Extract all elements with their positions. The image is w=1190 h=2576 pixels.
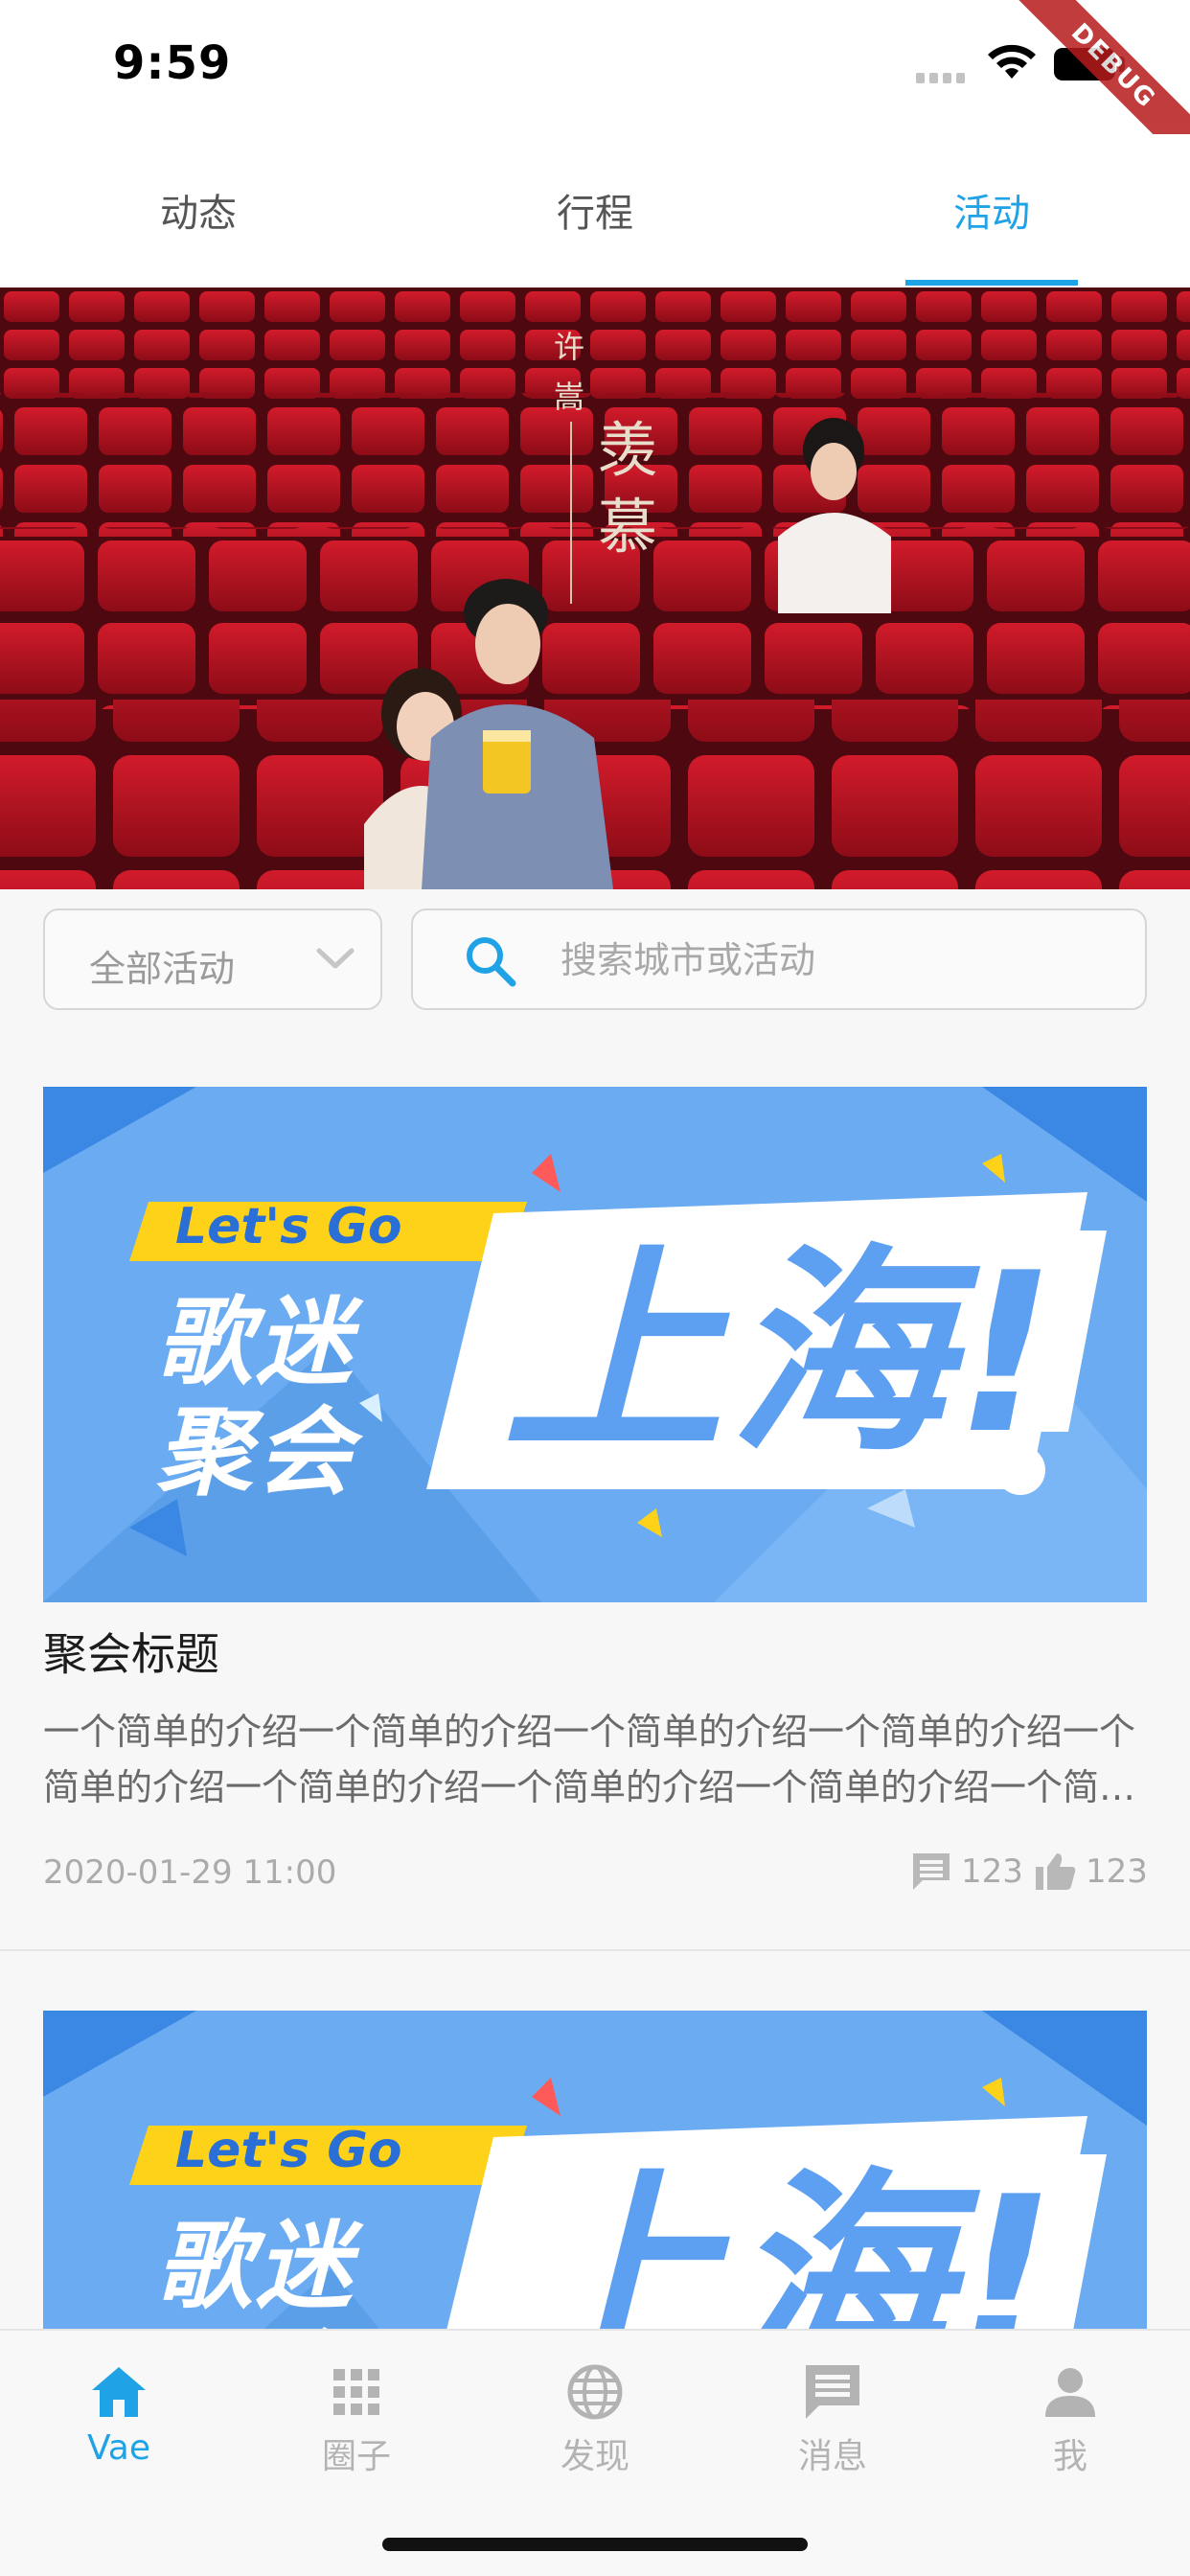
comment-count[interactable]: 123 <box>909 1850 1023 1894</box>
search-input[interactable] <box>561 932 1116 989</box>
poster-tagline: Let's Go <box>175 1198 402 1255</box>
activity-description: 一个简单的介绍一个简单的介绍一个简单的介绍一个简单的介绍一个简单的介绍一个简单的… <box>43 1711 1136 1808</box>
nav-item-vae[interactable]: Vae <box>33 2359 205 2468</box>
like-count[interactable]: 123 <box>1034 1850 1148 1894</box>
nav-label: 圈子 <box>321 2437 391 2476</box>
poster-tagline: Let's Go <box>175 2122 402 2179</box>
banner-song-title: 羡慕 <box>598 415 658 562</box>
tab-dongtai[interactable]: 动态 <box>112 182 285 238</box>
search-box[interactable] <box>411 908 1147 1010</box>
comment-count-value: 123 <box>961 1852 1023 1891</box>
poster-city: 上海! <box>503 1227 1062 1483</box>
home-icon <box>92 2367 146 2417</box>
message-icon <box>806 2365 859 2419</box>
grid-icon <box>333 2369 379 2415</box>
activity-meta: 2020-01-29 11:00 123 123 <box>43 1850 1148 1898</box>
poster-line2: 聚会 <box>156 1396 355 1508</box>
cellular-signal-icon <box>916 73 965 83</box>
banner-artist: 许嵩 <box>554 329 585 415</box>
like-count-value: 123 <box>1086 1852 1148 1891</box>
activity-poster[interactable]: Let's Go 歌迷 聚会 上海! <box>43 1087 1147 1602</box>
home-indicator <box>382 2538 808 2551</box>
activity-card[interactable]: Let's Go 歌迷 聚会 上海! <box>0 1951 1190 2526</box>
filter-row: 全部活动 <box>0 889 1190 1033</box>
tab-xingcheng[interactable]: 行程 <box>509 182 681 238</box>
nav-item-discover[interactable]: 发现 <box>509 2359 681 2478</box>
activity-title: 聚会标题 <box>43 1628 219 1680</box>
nav-label: 我 <box>1052 2437 1087 2476</box>
nav-label: 消息 <box>797 2437 867 2476</box>
chevron-down-icon <box>316 948 355 969</box>
thumb-up-icon <box>1036 1853 1076 1890</box>
nav-item-me[interactable]: 我 <box>984 2359 1156 2478</box>
activity-card[interactable]: Let's Go 歌迷 聚会 上海! 聚会标题 一个简单的介绍一个简单的介绍一个… <box>0 1033 1190 1949</box>
banner-image[interactable]: 许嵩 羡慕 <box>0 288 1190 889</box>
search-icon <box>467 937 516 987</box>
nav-item-circle[interactable]: 圈子 <box>270 2359 443 2478</box>
globe-icon <box>567 2364 623 2420</box>
nav-label: 发现 <box>560 2437 629 2476</box>
comment-icon <box>913 1853 950 1890</box>
status-bar: 9:59 DEBUG <box>0 0 1190 182</box>
person-icon <box>1045 2368 1095 2417</box>
status-time: 9:59 <box>113 36 232 90</box>
tab-active-indicator <box>905 280 1078 286</box>
wifi-icon <box>988 44 1036 79</box>
nav-item-messages[interactable]: 消息 <box>746 2359 919 2478</box>
tab-huodong[interactable]: 活动 <box>905 182 1078 238</box>
nav-label: Vae <box>86 2428 151 2468</box>
top-tab-bar: 动态 行程 活动 <box>0 134 1190 288</box>
dropdown-label: 全部活动 <box>89 948 236 990</box>
theater-seats-illustration <box>0 288 1190 889</box>
activity-date: 2020-01-29 11:00 <box>43 1853 337 1892</box>
activity-filter-dropdown[interactable]: 全部活动 <box>43 908 382 1010</box>
